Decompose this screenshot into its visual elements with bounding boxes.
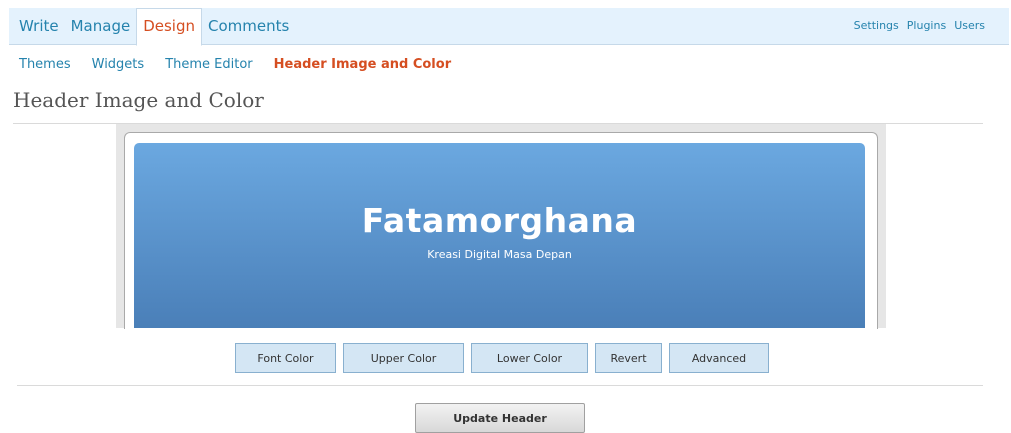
update-header-button[interactable]: Update Header [415,403,585,433]
blog-name: Fatamorghana [361,201,638,240]
tab-comments[interactable]: Comments [202,8,295,45]
plugins-link[interactable]: Plugins [907,8,946,44]
utility-menu: Settings Plugins Users [854,8,985,44]
submenu-item-header-image-and-color[interactable]: Header Image and Color [274,57,451,72]
tab-write[interactable]: Write [13,8,65,45]
blog-description: Kreasi Digital Masa Depan [427,248,572,261]
upper-color-button[interactable]: Upper Color [343,343,464,373]
design-submenu: Themes Widgets Theme Editor Header Image… [19,57,451,72]
submenu-item-themes[interactable]: Themes [19,57,71,72]
header-preview-banner: Fatamorghana Kreasi Digital Masa Depan [134,143,865,328]
main-menu: Write Manage Design Comments [9,8,295,46]
lower-color-button[interactable]: Lower Color [471,343,588,373]
top-navigation-bar: Write Manage Design Comments Settings Pl… [9,8,1009,46]
controls-divider [17,385,983,386]
color-controls: Font Color Upper Color Lower Color Rever… [235,343,769,373]
tab-manage[interactable]: Manage [65,8,137,45]
advanced-button[interactable]: Advanced [669,343,769,373]
page-title: Header Image and Color [13,88,264,112]
submenu-item-widgets[interactable]: Widgets [92,57,145,72]
submenu-item-theme-editor[interactable]: Theme Editor [165,57,252,72]
users-link[interactable]: Users [954,8,985,44]
tab-design[interactable]: Design [136,8,202,46]
settings-link[interactable]: Settings [854,8,899,44]
revert-button[interactable]: Revert [595,343,662,373]
font-color-button[interactable]: Font Color [235,343,336,373]
